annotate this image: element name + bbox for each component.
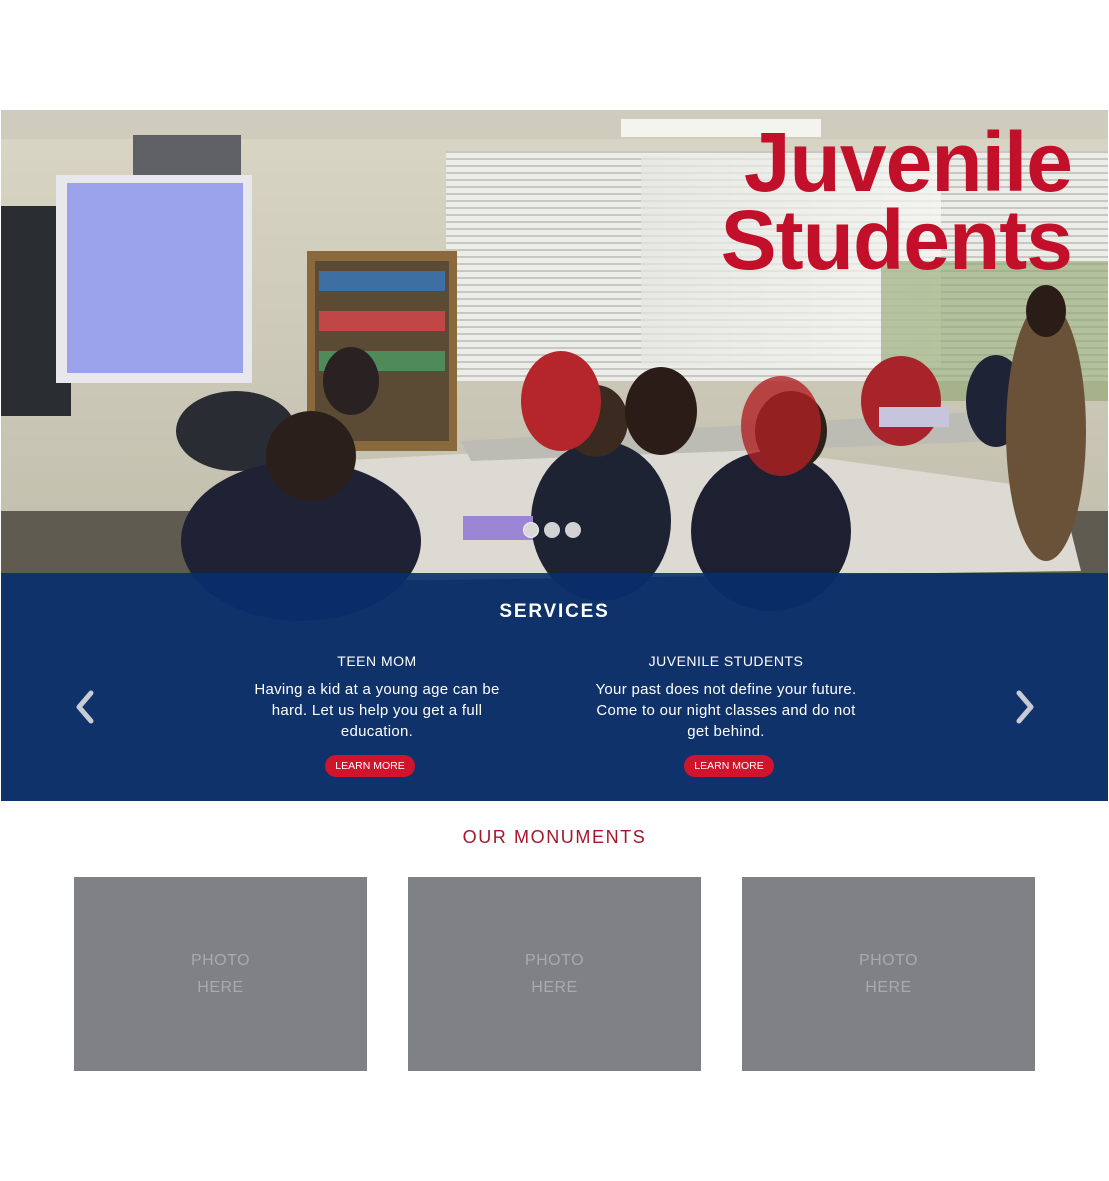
service-card-teen-mom: TEEN MOM Having a kid at a young age can… — [242, 653, 512, 742]
chevron-left-icon[interactable] — [73, 689, 97, 725]
learn-more-button-juvenile-students[interactable]: LEARN MORE — [684, 755, 774, 777]
monument-photo-placeholder: PHOTO HERE — [74, 877, 367, 1071]
photo-placeholder-text: HERE — [865, 979, 912, 996]
services-panel: SERVICES TEEN MOM Having a kid at a youn… — [1, 573, 1108, 801]
monument-photo-placeholder: PHOTO HERE — [742, 877, 1035, 1071]
slider-dot-3[interactable] — [565, 522, 581, 538]
learn-more-button-teen-mom[interactable]: LEARN MORE — [325, 755, 415, 777]
slider-dot-2[interactable] — [544, 522, 560, 538]
service-card-title: TEEN MOM — [337, 653, 417, 669]
services-heading: SERVICES — [499, 601, 610, 622]
monument-photo-placeholder: PHOTO HERE — [408, 877, 701, 1071]
photo-placeholder-text: PHOTO — [524, 952, 585, 969]
service-card-text: Your past does not define your future. C… — [595, 681, 857, 740]
slider-dots — [523, 522, 581, 538]
monuments-heading: OUR MONUMENTS — [462, 827, 647, 847]
hero-title-line2: Students — [720, 193, 1073, 287]
service-card-text: Having a kid at a young age can be hard.… — [254, 681, 500, 740]
chevron-right-icon[interactable] — [1013, 689, 1037, 725]
hero-title-line1: Juvenile — [743, 115, 1073, 209]
service-card-juvenile-students: JUVENILE STUDENTS Your past does not def… — [591, 653, 861, 742]
service-card-title: JUVENILE STUDENTS — [648, 653, 804, 669]
photo-placeholder-text: HERE — [531, 979, 578, 996]
photo-placeholder-text: HERE — [197, 979, 244, 996]
photo-placeholder-text: PHOTO — [190, 952, 251, 969]
slider-dot-1[interactable] — [523, 522, 539, 538]
hero-slider: Juvenile Students SERVICES TEEN MOM Havi… — [1, 110, 1108, 801]
photo-placeholder-text: PHOTO — [858, 952, 919, 969]
hero-title: Juvenile Students — [720, 115, 1073, 287]
